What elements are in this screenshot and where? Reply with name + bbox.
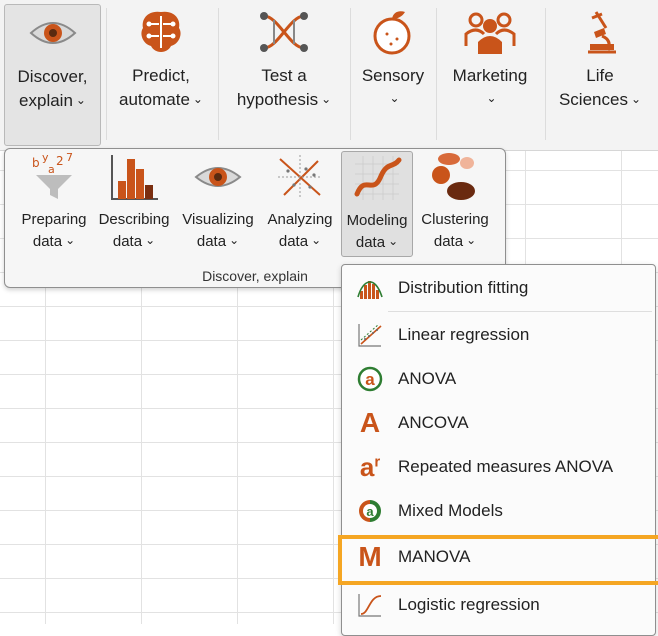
menu-item-linear-regression[interactable]: Linear regression [342, 315, 655, 355]
chevron-down-icon: ⌄ [466, 233, 477, 247]
life-sciences-button[interactable]: Life Sciences ⌄ [550, 4, 650, 146]
ribbon-label: Predict, [132, 66, 190, 85]
predict-automate-button[interactable]: Predict, automate ⌄ [110, 4, 212, 146]
people-group-icon [464, 12, 516, 54]
panel-label: data [355, 234, 386, 251]
panel-label: data [278, 233, 309, 250]
svg-text:7: 7 [66, 151, 73, 164]
svg-text:b: b [32, 156, 40, 170]
ribbon-toolbar: Discover, explain ⌄ Predict, automate ⌄ Te… [0, 0, 658, 151]
menu-item-label: Logistic regression [398, 595, 540, 614]
panel-label: Visualizing [182, 211, 254, 228]
modeling-data-button[interactable]: Modeling data ⌄ [341, 151, 413, 257]
dna-icon [260, 12, 308, 52]
menu-item-distribution-fitting[interactable]: Distribution fitting [342, 268, 655, 308]
divider [436, 8, 437, 140]
discover-explain-button[interactable]: Discover, explain ⌄ [4, 4, 101, 146]
divider [545, 8, 546, 140]
marketing-button[interactable]: Marketing ⌄ [440, 4, 540, 146]
eye-icon [194, 167, 242, 187]
scatter-axes-icon [278, 155, 322, 199]
orange-fruit-icon [373, 11, 411, 55]
chevron-down-icon: ⌄ [145, 233, 156, 247]
menu-item-mixed-models[interactable]: a Mixed Models [342, 491, 655, 531]
panel-label: Clustering [421, 211, 489, 228]
panel-label: data [433, 233, 464, 250]
ribbon-label: Marketing [452, 66, 528, 85]
sensory-button[interactable]: Sensory ⌄ [354, 4, 432, 146]
analyzing-data-button[interactable]: Analyzing data ⌄ [263, 151, 337, 257]
menu-item-label: Repeated measures ANOVA [398, 457, 614, 476]
preparing-data-button[interactable]: b y 2 7 a Preparing data ⌄ [15, 151, 93, 257]
panel-label: Describing [98, 211, 170, 228]
menu-item-label: ANOVA [398, 369, 457, 388]
test-hypothesis-button[interactable]: Test a hypothesis ⌄ [222, 4, 346, 146]
menu-item-manova[interactable]: M MANOVA [342, 537, 655, 577]
ribbon-label: Sensory [361, 66, 425, 85]
panel-label: Analyzing [267, 211, 333, 228]
ribbon-label: explain [19, 91, 73, 110]
svg-text:2: 2 [56, 154, 64, 168]
panel-label: Modeling [346, 212, 408, 229]
panel-label: Preparing [21, 211, 87, 228]
chevron-down-icon: ⌄ [75, 93, 86, 107]
svg-text:a: a [48, 163, 55, 176]
menu-item-ancova[interactable]: A ANCOVA [342, 403, 655, 443]
ribbon-label: Sciences [558, 90, 628, 109]
chevron-down-icon: ⌄ [486, 91, 497, 105]
menu-item-label: Linear regression [398, 325, 530, 344]
microscope-icon [588, 11, 616, 54]
chevron-down-icon: ⌄ [192, 92, 203, 106]
menu-item-repeated-measures-anova[interactable]: ar Repeated measures ANOVA [342, 447, 655, 487]
menu-item-label: MANOVA [398, 547, 471, 566]
ribbon-label: automate [119, 90, 190, 109]
chevron-down-icon: ⌄ [311, 233, 322, 247]
ancova-icon: A [359, 407, 381, 438]
menu-item-anova[interactable]: a ANOVA [342, 359, 655, 399]
chevron-down-icon: ⌄ [229, 233, 240, 247]
regression-icon [356, 321, 384, 349]
panel-label: data [196, 233, 227, 250]
distribution-icon [356, 274, 384, 302]
ribbon-label: Test a [261, 66, 307, 85]
menu-item-logistic-regression[interactable]: Logistic regression [342, 585, 655, 625]
svg-text:a: a [366, 504, 374, 519]
menu-item-label: ANCOVA [398, 413, 469, 432]
curve-fit-icon [354, 156, 402, 200]
chevron-down-icon: ⌄ [65, 233, 76, 247]
logistic-icon [356, 591, 384, 619]
mixed-models-icon: a [356, 497, 384, 525]
anova-icon: a [356, 365, 384, 393]
clustering-data-button[interactable]: Clustering data ⌄ [417, 151, 493, 257]
visualizing-data-button[interactable]: Visualizing data ⌄ [178, 151, 258, 257]
modeling-data-menu: Distribution fitting Linear regression a… [341, 264, 656, 636]
ribbon-label: hypothesis [236, 90, 319, 109]
manova-icon: M [358, 541, 382, 572]
ribbon-label: Life [586, 66, 614, 85]
svg-text:a: a [365, 370, 375, 389]
describing-data-button[interactable]: Describing data ⌄ [95, 151, 173, 257]
ribbon-label: Discover, [17, 67, 88, 86]
repeated-measures-icon: ar [359, 451, 381, 482]
divider [218, 8, 219, 140]
panel-label: data [32, 233, 63, 250]
chevron-down-icon: ⌄ [321, 92, 332, 106]
eye-icon [29, 22, 76, 44]
menu-item-label: Mixed Models [398, 501, 503, 520]
divider [388, 311, 652, 312]
chevron-down-icon: ⌄ [630, 92, 642, 106]
brain-icon [141, 11, 181, 53]
chevron-down-icon: ⌄ [389, 91, 400, 105]
histogram-icon [111, 155, 158, 200]
funnel-letters-icon: b y 2 7 a [32, 151, 73, 199]
panel-label: data [112, 233, 143, 250]
clusters-icon [432, 153, 475, 200]
divider [350, 8, 351, 140]
chevron-down-icon: ⌄ [388, 234, 399, 248]
menu-item-label: Distribution fitting [398, 278, 529, 297]
divider [106, 8, 107, 140]
